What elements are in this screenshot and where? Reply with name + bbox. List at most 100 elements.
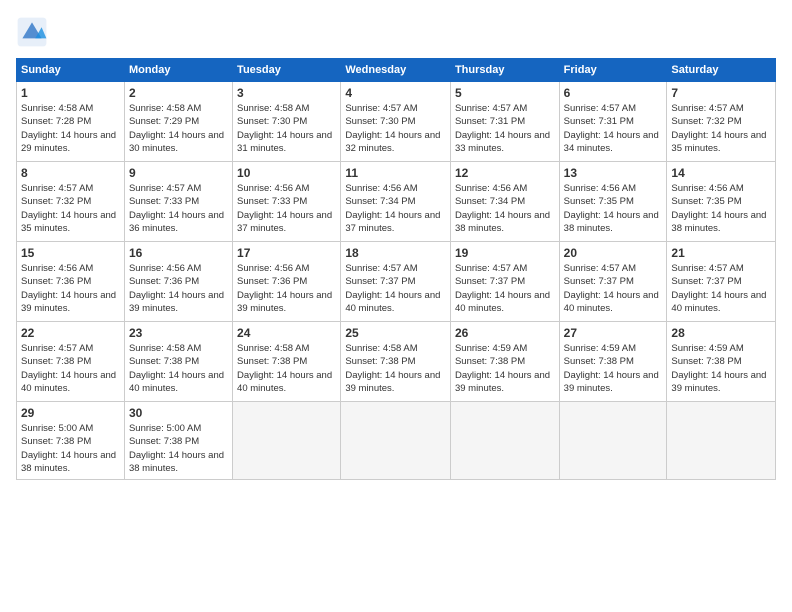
table-row: 4 Sunrise: 4:57 AMSunset: 7:30 PMDayligh… (341, 82, 451, 162)
day-info: Sunrise: 4:57 AMSunset: 7:37 PMDaylight:… (564, 262, 663, 315)
day-info: Sunrise: 4:59 AMSunset: 7:38 PMDaylight:… (671, 342, 771, 395)
day-info: Sunrise: 5:00 AMSunset: 7:38 PMDaylight:… (129, 422, 228, 475)
day-number: 30 (129, 406, 228, 420)
table-row: 16 Sunrise: 4:56 AMSunset: 7:36 PMDaylig… (124, 242, 232, 322)
table-row: 10 Sunrise: 4:56 AMSunset: 7:33 PMDaylig… (233, 162, 341, 242)
day-info: Sunrise: 4:57 AMSunset: 7:31 PMDaylight:… (455, 102, 555, 155)
day-number: 5 (455, 86, 555, 100)
table-row: 30 Sunrise: 5:00 AMSunset: 7:38 PMDaylig… (124, 402, 232, 480)
table-row: 5 Sunrise: 4:57 AMSunset: 7:31 PMDayligh… (450, 82, 559, 162)
col-tuesday: Tuesday (233, 59, 341, 82)
day-number: 13 (564, 166, 663, 180)
day-number: 15 (21, 246, 120, 260)
table-row: 15 Sunrise: 4:56 AMSunset: 7:36 PMDaylig… (17, 242, 125, 322)
day-number: 2 (129, 86, 228, 100)
day-number: 17 (237, 246, 336, 260)
table-row: 6 Sunrise: 4:57 AMSunset: 7:31 PMDayligh… (559, 82, 667, 162)
table-row: 25 Sunrise: 4:58 AMSunset: 7:38 PMDaylig… (341, 322, 451, 402)
col-wednesday: Wednesday (341, 59, 451, 82)
table-row: 26 Sunrise: 4:59 AMSunset: 7:38 PMDaylig… (450, 322, 559, 402)
day-info: Sunrise: 4:56 AMSunset: 7:34 PMDaylight:… (455, 182, 555, 235)
table-row (559, 402, 667, 480)
calendar-table: Sunday Monday Tuesday Wednesday Thursday… (16, 58, 776, 480)
logo-icon (16, 16, 48, 48)
day-number: 1 (21, 86, 120, 100)
table-row: 2 Sunrise: 4:58 AMSunset: 7:29 PMDayligh… (124, 82, 232, 162)
table-row (233, 402, 341, 480)
day-number: 19 (455, 246, 555, 260)
day-number: 6 (564, 86, 663, 100)
day-number: 21 (671, 246, 771, 260)
day-number: 11 (345, 166, 446, 180)
day-number: 18 (345, 246, 446, 260)
col-saturday: Saturday (667, 59, 776, 82)
table-row: 22 Sunrise: 4:57 AMSunset: 7:38 PMDaylig… (17, 322, 125, 402)
col-sunday: Sunday (17, 59, 125, 82)
header (16, 16, 776, 48)
day-info: Sunrise: 4:57 AMSunset: 7:30 PMDaylight:… (345, 102, 446, 155)
day-info: Sunrise: 4:58 AMSunset: 7:38 PMDaylight:… (129, 342, 228, 395)
day-info: Sunrise: 4:57 AMSunset: 7:37 PMDaylight:… (671, 262, 771, 315)
day-number: 7 (671, 86, 771, 100)
table-row: 11 Sunrise: 4:56 AMSunset: 7:34 PMDaylig… (341, 162, 451, 242)
table-row: 21 Sunrise: 4:57 AMSunset: 7:37 PMDaylig… (667, 242, 776, 322)
table-row: 29 Sunrise: 5:00 AMSunset: 7:38 PMDaylig… (17, 402, 125, 480)
table-row (450, 402, 559, 480)
day-number: 23 (129, 326, 228, 340)
day-info: Sunrise: 4:56 AMSunset: 7:35 PMDaylight:… (564, 182, 663, 235)
table-row: 13 Sunrise: 4:56 AMSunset: 7:35 PMDaylig… (559, 162, 667, 242)
day-info: Sunrise: 4:57 AMSunset: 7:32 PMDaylight:… (21, 182, 120, 235)
day-info: Sunrise: 4:57 AMSunset: 7:31 PMDaylight:… (564, 102, 663, 155)
day-number: 9 (129, 166, 228, 180)
col-friday: Friday (559, 59, 667, 82)
col-thursday: Thursday (450, 59, 559, 82)
table-row: 12 Sunrise: 4:56 AMSunset: 7:34 PMDaylig… (450, 162, 559, 242)
day-number: 16 (129, 246, 228, 260)
table-row: 14 Sunrise: 4:56 AMSunset: 7:35 PMDaylig… (667, 162, 776, 242)
day-number: 25 (345, 326, 446, 340)
day-number: 8 (21, 166, 120, 180)
page: Sunday Monday Tuesday Wednesday Thursday… (0, 0, 792, 612)
day-info: Sunrise: 4:57 AMSunset: 7:38 PMDaylight:… (21, 342, 120, 395)
day-info: Sunrise: 4:58 AMSunset: 7:38 PMDaylight:… (237, 342, 336, 395)
table-row: 23 Sunrise: 4:58 AMSunset: 7:38 PMDaylig… (124, 322, 232, 402)
table-row: 20 Sunrise: 4:57 AMSunset: 7:37 PMDaylig… (559, 242, 667, 322)
table-row (667, 402, 776, 480)
day-info: Sunrise: 4:56 AMSunset: 7:33 PMDaylight:… (237, 182, 336, 235)
day-number: 14 (671, 166, 771, 180)
day-info: Sunrise: 4:57 AMSunset: 7:37 PMDaylight:… (455, 262, 555, 315)
day-number: 10 (237, 166, 336, 180)
day-number: 27 (564, 326, 663, 340)
table-row: 7 Sunrise: 4:57 AMSunset: 7:32 PMDayligh… (667, 82, 776, 162)
calendar-header-row: Sunday Monday Tuesday Wednesday Thursday… (17, 59, 776, 82)
day-info: Sunrise: 4:56 AMSunset: 7:36 PMDaylight:… (21, 262, 120, 315)
table-row: 17 Sunrise: 4:56 AMSunset: 7:36 PMDaylig… (233, 242, 341, 322)
table-row: 18 Sunrise: 4:57 AMSunset: 7:37 PMDaylig… (341, 242, 451, 322)
day-info: Sunrise: 4:59 AMSunset: 7:38 PMDaylight:… (455, 342, 555, 395)
table-row: 27 Sunrise: 4:59 AMSunset: 7:38 PMDaylig… (559, 322, 667, 402)
table-row: 24 Sunrise: 4:58 AMSunset: 7:38 PMDaylig… (233, 322, 341, 402)
table-row: 28 Sunrise: 4:59 AMSunset: 7:38 PMDaylig… (667, 322, 776, 402)
day-info: Sunrise: 4:56 AMSunset: 7:36 PMDaylight:… (237, 262, 336, 315)
day-info: Sunrise: 4:58 AMSunset: 7:30 PMDaylight:… (237, 102, 336, 155)
day-number: 28 (671, 326, 771, 340)
table-row (341, 402, 451, 480)
day-number: 29 (21, 406, 120, 420)
day-number: 3 (237, 86, 336, 100)
day-number: 4 (345, 86, 446, 100)
table-row: 1 Sunrise: 4:58 AMSunset: 7:28 PMDayligh… (17, 82, 125, 162)
col-monday: Monday (124, 59, 232, 82)
day-info: Sunrise: 4:58 AMSunset: 7:29 PMDaylight:… (129, 102, 228, 155)
day-info: Sunrise: 4:58 AMSunset: 7:38 PMDaylight:… (345, 342, 446, 395)
day-number: 20 (564, 246, 663, 260)
day-info: Sunrise: 4:57 AMSunset: 7:37 PMDaylight:… (345, 262, 446, 315)
day-number: 24 (237, 326, 336, 340)
day-info: Sunrise: 4:56 AMSunset: 7:35 PMDaylight:… (671, 182, 771, 235)
day-info: Sunrise: 4:57 AMSunset: 7:32 PMDaylight:… (671, 102, 771, 155)
day-number: 26 (455, 326, 555, 340)
day-info: Sunrise: 5:00 AMSunset: 7:38 PMDaylight:… (21, 422, 120, 475)
table-row: 3 Sunrise: 4:58 AMSunset: 7:30 PMDayligh… (233, 82, 341, 162)
day-number: 22 (21, 326, 120, 340)
day-info: Sunrise: 4:56 AMSunset: 7:36 PMDaylight:… (129, 262, 228, 315)
day-number: 12 (455, 166, 555, 180)
